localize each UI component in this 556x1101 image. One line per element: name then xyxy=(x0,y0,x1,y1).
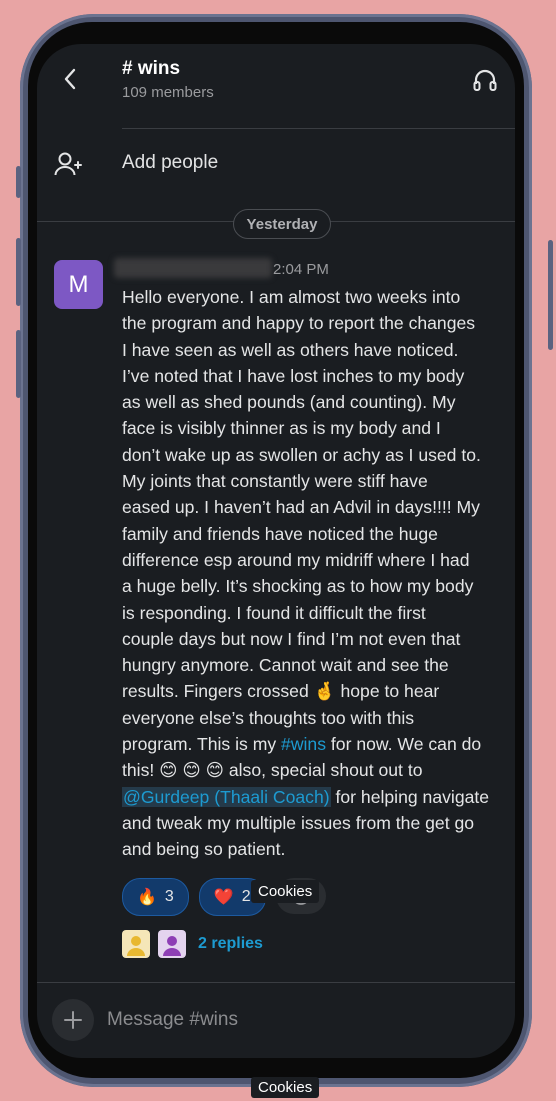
message-input[interactable]: Message #wins xyxy=(107,998,487,1042)
add-people-row[interactable]: Add people xyxy=(37,138,515,190)
message-line: is responding. I found it difficult the … xyxy=(122,602,426,623)
composer-add-button[interactable] xyxy=(52,999,94,1041)
phone-side-button xyxy=(16,166,21,198)
message-line: and tweak my multiple issues from the ge… xyxy=(122,812,475,833)
cookies-tooltip[interactable]: Cookies xyxy=(251,880,320,903)
add-people-label: Add people xyxy=(122,152,219,173)
message-body: Hello everyone. I am almost two weeks in… xyxy=(122,284,514,863)
smile-emojis: 😊 😊 😊 xyxy=(159,760,224,781)
member-count[interactable]: 109 members xyxy=(122,84,214,101)
divider xyxy=(37,982,515,983)
headphones-icon xyxy=(473,69,497,91)
crossed-fingers-emoji: 🤞 xyxy=(313,681,336,702)
message-text: for helping navigate xyxy=(330,786,490,807)
heart-emoji: ❤️ xyxy=(213,889,234,906)
app-screen: # wins 109 members Add people Yesterday … xyxy=(37,44,515,1058)
message-line: results. Fingers crossed 🤞 hope to hear xyxy=(122,678,514,704)
message-line: eased up. I haven’t had an Advil in days… xyxy=(122,497,480,518)
message-text: program. This is my xyxy=(122,734,282,755)
message-line: I’ve noted that I have lost inches to my… xyxy=(122,365,465,386)
add-person-icon xyxy=(54,152,82,176)
huddle-button[interactable] xyxy=(471,66,499,94)
avatar xyxy=(122,930,150,958)
message-line: face is visibly thinner as is my body an… xyxy=(122,418,441,439)
message-line: this! 😊 😊 😊 also, special shout out to xyxy=(122,757,514,783)
phone-side-button xyxy=(16,330,21,398)
avatar xyxy=(158,930,186,958)
message-text: hope to hear xyxy=(335,681,440,702)
message-line: everyone else’s thoughts too with this xyxy=(122,707,415,728)
message-line: and being so patient. xyxy=(122,839,286,860)
user-avatar-icon xyxy=(163,936,181,956)
message-text: results. Fingers crossed xyxy=(122,681,314,702)
message-line: I have seen as well as others have notic… xyxy=(122,339,459,360)
plus-icon xyxy=(64,1011,82,1029)
message-line: My joints that constantly were stiff hav… xyxy=(122,471,428,492)
message-line: don’t wake up as swollen or achy as I us… xyxy=(122,444,481,465)
message-line: the program and happy to report the chan… xyxy=(122,313,476,334)
message-line: difference esp around my midriff where I… xyxy=(122,549,470,570)
message-line: couple days but now I find I’m not even … xyxy=(122,628,461,649)
avatar[interactable]: M xyxy=(54,260,103,309)
reaction-fire[interactable]: 🔥 3 xyxy=(122,878,189,916)
channel-link[interactable]: #wins xyxy=(281,734,326,754)
message-text: this! xyxy=(122,760,160,781)
reaction-count: 2 xyxy=(241,888,251,905)
message-line: a huge belly. It’s shocking as to how my… xyxy=(122,576,474,597)
chevron-left-icon xyxy=(64,68,76,90)
message-line: @Gurdeep (Thaali Coach) for helping navi… xyxy=(122,784,514,810)
reaction-count: 3 xyxy=(164,888,174,905)
date-divider[interactable]: Yesterday xyxy=(233,209,331,239)
thread-replies[interactable]: 2 replies xyxy=(122,930,263,958)
phone-side-button xyxy=(548,240,553,350)
phone-side-button xyxy=(16,238,21,306)
user-avatar-icon xyxy=(127,936,145,956)
message-line: program. This is my #wins for now. We ca… xyxy=(122,731,514,757)
cookies-banner[interactable]: Cookies xyxy=(251,1077,320,1098)
message-line: family and friends have noticed the huge xyxy=(122,523,438,544)
back-button[interactable] xyxy=(59,64,81,94)
redacted-username xyxy=(114,258,272,278)
replies-link[interactable]: 2 replies xyxy=(198,935,263,953)
message-timestamp: 2:04 PM xyxy=(273,261,329,278)
message-text: also, special shout out to xyxy=(223,760,423,781)
user-mention[interactable]: @Gurdeep (Thaali Coach) xyxy=(122,786,331,807)
divider xyxy=(122,128,515,129)
message-line: as well as shed pounds (and counting). M… xyxy=(122,392,456,413)
message-line: hungry anymore. Cannot wait and see the xyxy=(122,655,449,676)
fire-emoji: 🔥 xyxy=(137,889,157,906)
message-text: for now. We can do xyxy=(326,734,482,755)
channel-title[interactable]: # wins xyxy=(122,58,180,80)
message-line: Hello everyone. I am almost two weeks in… xyxy=(122,287,461,307)
